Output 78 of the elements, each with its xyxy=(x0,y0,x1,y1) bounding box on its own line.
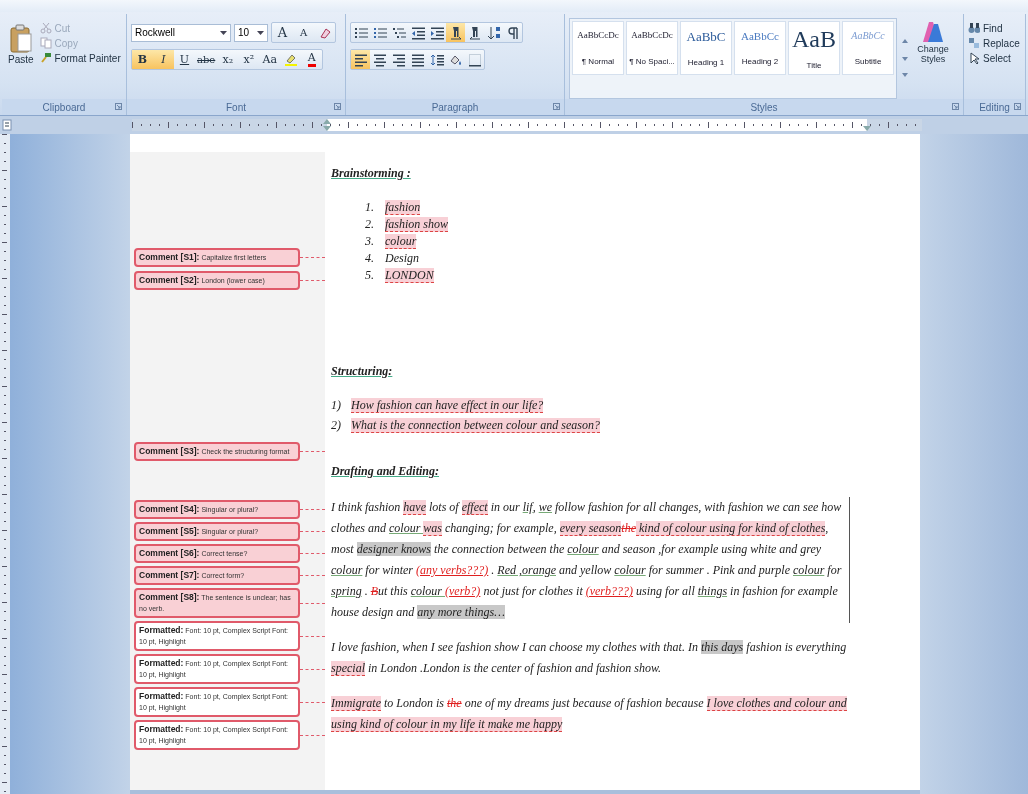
section-heading: Drafting and Editing: xyxy=(331,464,440,479)
leader-line xyxy=(300,257,325,258)
toolbar-button[interactable]: Format Painter xyxy=(39,52,121,64)
paste-button[interactable]: Paste xyxy=(6,22,36,67)
list-number: 1) xyxy=(331,397,342,414)
select-button[interactable]: Select xyxy=(968,52,1020,64)
clipboard-icon xyxy=(8,24,33,54)
list-item-text: fashion show xyxy=(385,216,448,233)
style-tile[interactable]: AaBbCcDc ¶ No Spaci... xyxy=(626,21,678,75)
scissors-icon xyxy=(39,22,52,34)
group-label: Font xyxy=(226,101,246,113)
style-tile[interactable]: AaBbC Heading 1 xyxy=(680,21,732,75)
style-tile[interactable]: AaB Title xyxy=(788,21,840,75)
paragraph: Immigrate to London is the one of my dreams just because of fashion because I love clothes and colour and using kind of colour in my life it make me happy xyxy=(331,695,848,734)
group-label: Editing xyxy=(979,101,1010,113)
font-size-field[interactable]: 10 xyxy=(234,23,268,42)
cursor-icon xyxy=(968,52,980,64)
list-number: 1. xyxy=(365,199,375,216)
dropdown-icon xyxy=(257,30,264,35)
launcher-icon xyxy=(334,103,341,110)
list-item-text: LONDON xyxy=(385,267,434,284)
list-item-text: fashion xyxy=(385,199,421,216)
section-heading: Brainstorming : xyxy=(331,166,411,181)
list-item-text: colour xyxy=(385,233,417,250)
list-number: 4. xyxy=(365,250,375,267)
font-color-button[interactable]: A xyxy=(301,50,323,69)
style-tile[interactable]: AaBbCcDc ¶ Normal xyxy=(572,21,624,75)
superscript-button[interactable]: x² xyxy=(238,50,260,69)
bold-button[interactable]: B xyxy=(132,50,153,69)
leader-line xyxy=(300,509,325,510)
style-tile[interactable]: AaBbCc Subtitle xyxy=(842,21,894,75)
copy-icon xyxy=(39,37,52,49)
list-number: 2) xyxy=(331,417,342,434)
leader-line xyxy=(300,602,325,604)
leader-line xyxy=(300,701,325,703)
underline-button[interactable]: U xyxy=(174,50,195,69)
binoculars-icon xyxy=(968,22,980,34)
change-styles-button[interactable]: Change Styles xyxy=(913,18,953,99)
leader-line xyxy=(300,734,325,736)
launcher-icon xyxy=(115,103,122,110)
leader-line xyxy=(300,451,325,452)
leader-line xyxy=(300,575,325,576)
leader-line xyxy=(300,635,325,637)
paragraph: I think fashion have lots of effect in our lif, we follow fashion for all changes, with fashion we can see how clothes and colour was changing; for example, every seasonthe kind of colour using for kind of clothes, most designer knows the connection between the colour and season ,for example using white and grey colour for winter (any verbs???) . Red ,orange and yellow colour for summer . Pink and purple colour for spring . But this colour (verb?) not just for clothes it (verb???) using for all things in fashion for example house design and any more things… xyxy=(331,497,850,623)
font-name-field[interactable]: Rockwell xyxy=(131,23,231,42)
grow-font-button[interactable]: A xyxy=(272,23,293,42)
list-item-text: Design xyxy=(385,250,419,267)
change-case-button[interactable]: Aa xyxy=(259,50,281,69)
list-item-text: What is the connection between colour and season? xyxy=(351,417,600,434)
section-heading: Structuring: xyxy=(331,364,393,379)
leader-line xyxy=(300,668,325,670)
list-number: 2. xyxy=(365,216,375,233)
find-button[interactable]: Find xyxy=(968,22,1020,34)
italic-button[interactable]: I xyxy=(153,50,174,69)
shrink-font-button[interactable]: A xyxy=(293,23,314,42)
strikethrough-button[interactable]: abe xyxy=(195,50,218,69)
paragraph: I love fashion, when I see fashion show I can choose my clothes with that. In this days fashion is everything special in London .London is the center of fashion and fashion show. xyxy=(331,639,848,678)
dropdown-icon xyxy=(220,30,227,35)
launcher-icon xyxy=(952,103,959,110)
launcher-icon xyxy=(553,103,560,110)
brush-icon xyxy=(39,52,52,64)
group-label: Styles xyxy=(750,101,778,113)
squares-icon xyxy=(968,37,980,49)
list-number: 5. xyxy=(365,267,375,284)
list-number: 3. xyxy=(365,233,375,250)
replace-button[interactable]: Replace xyxy=(968,37,1020,49)
group-label: Paragraph xyxy=(431,101,479,113)
leader-line xyxy=(300,280,325,281)
ruler-toggle-icon xyxy=(2,118,12,132)
subscript-button[interactable]: x₂ xyxy=(217,50,239,69)
marker-icon xyxy=(283,53,298,66)
eraser-icon xyxy=(318,26,331,39)
launcher-icon xyxy=(1014,103,1021,110)
list-item-text: How fashion can have effect in our life? xyxy=(351,397,544,414)
group-label: Clipboard xyxy=(42,101,86,113)
style-tile[interactable]: AaBbCc Heading 2 xyxy=(734,21,786,75)
leader-line xyxy=(300,553,325,554)
leader-line xyxy=(300,531,325,532)
